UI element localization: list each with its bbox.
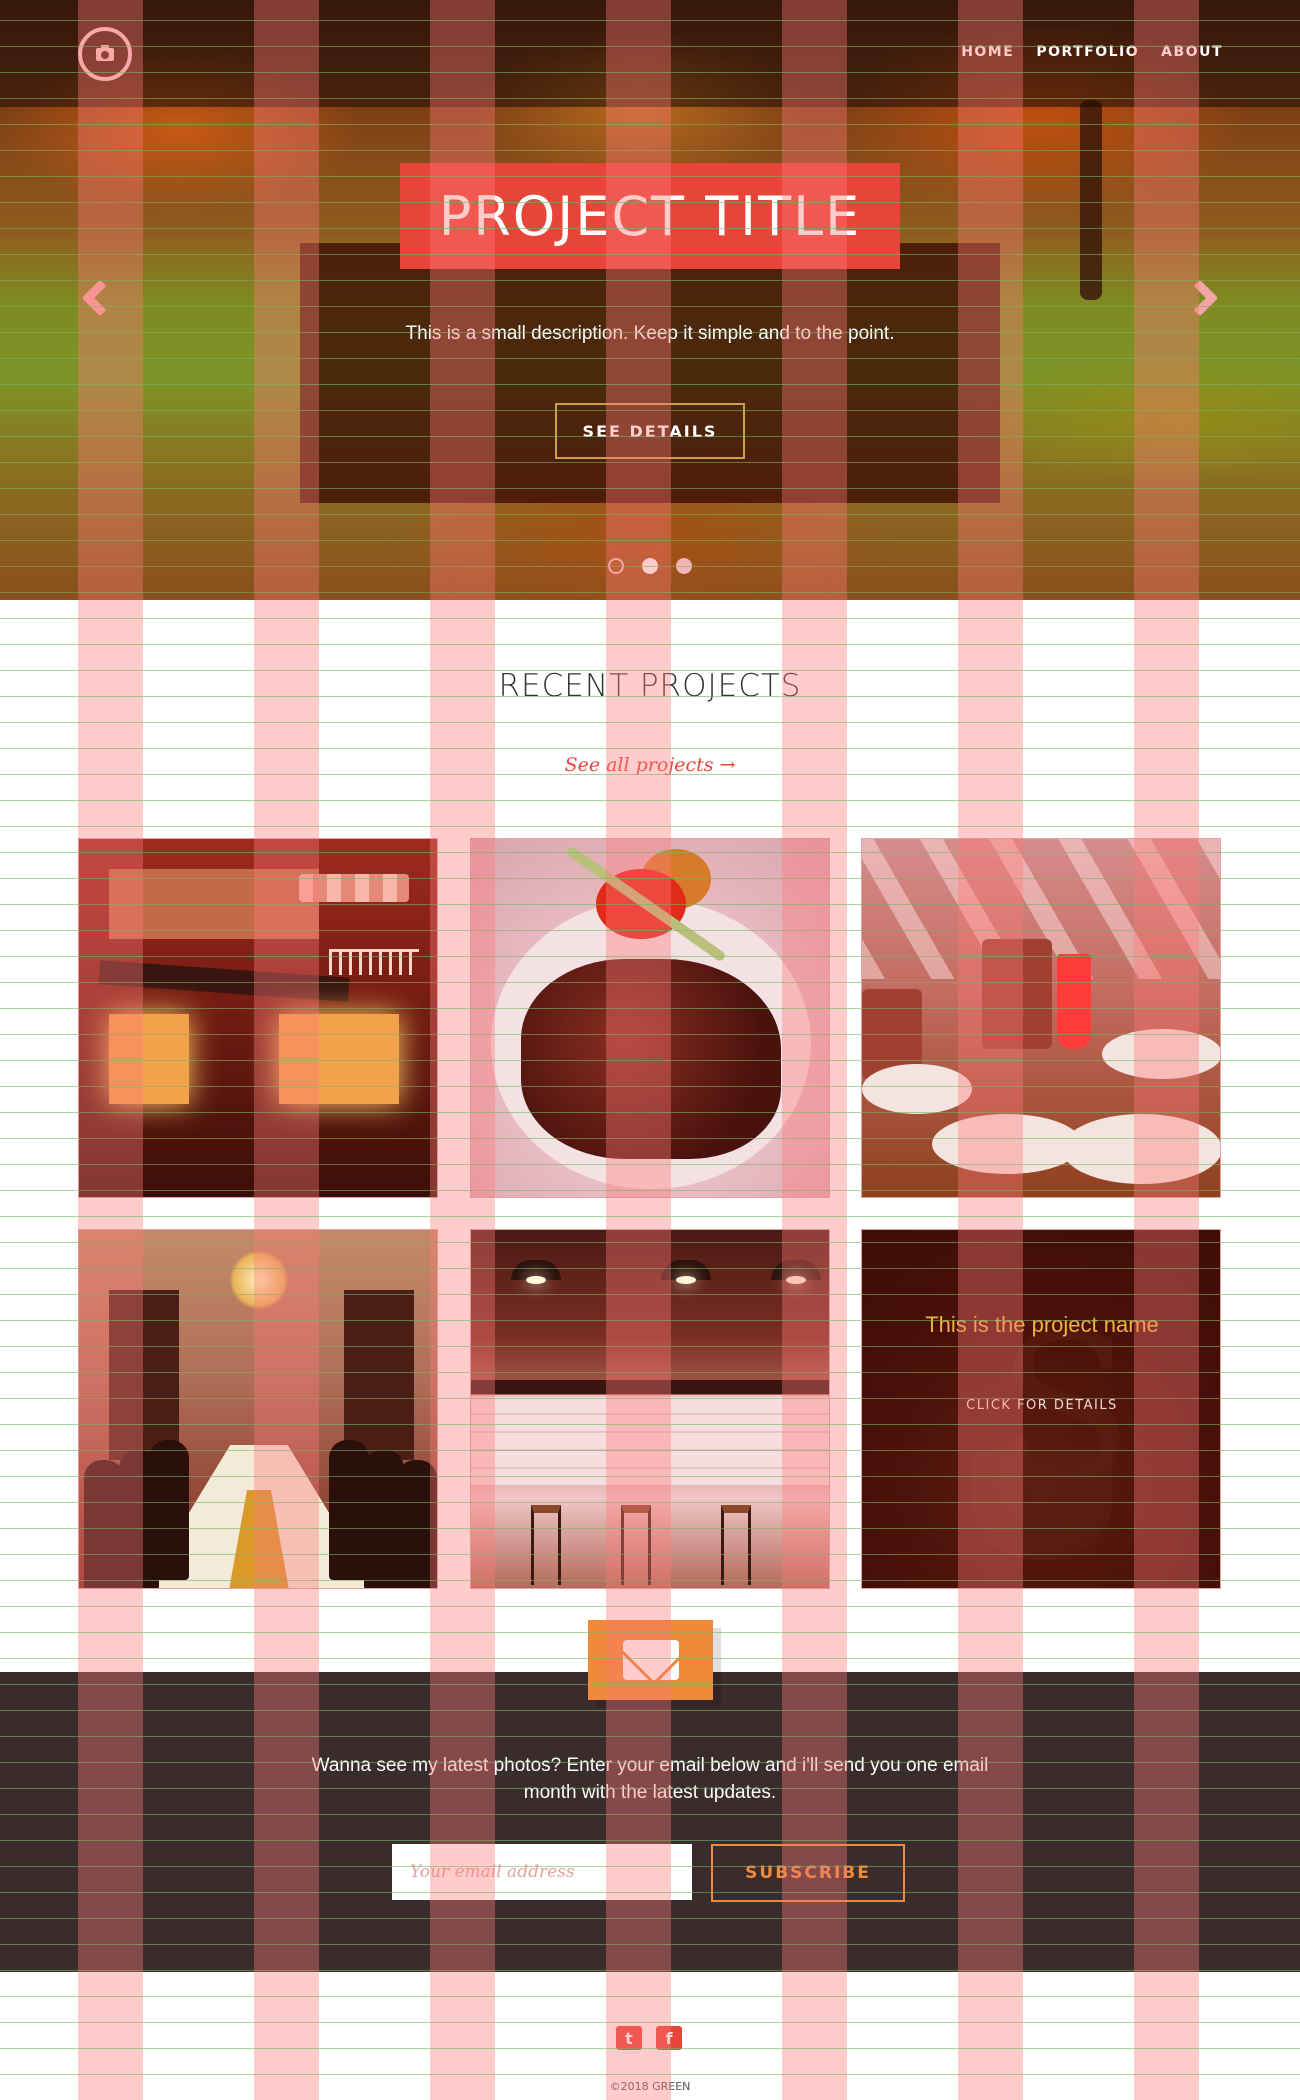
project-tile-3[interactable] (861, 838, 1221, 1198)
slider-dot-2[interactable] (642, 558, 658, 574)
restaurant-drinks-photo (862, 839, 1220, 1197)
chevron-right-icon (1181, 279, 1219, 317)
slider-pagination (0, 558, 1300, 574)
steak-dish-photo (471, 839, 829, 1197)
hero-title-box: PROJECT TITLE (400, 163, 900, 269)
see-all-projects-text[interactable]: See all projects → (565, 754, 736, 776)
facebook-icon[interactable]: f (656, 2026, 682, 2050)
hero-caption-box: This is a small description. Keep it sim… (300, 243, 1000, 503)
copyright-text: ©2018 GREEN (609, 2080, 691, 2093)
slider-dot-1[interactable] (608, 558, 624, 574)
nav-portfolio-link[interactable]: PORTFOLIO (1036, 44, 1139, 60)
social-links: t f (616, 2026, 682, 2050)
miniature-shop-photo (79, 839, 437, 1197)
email-input[interactable] (392, 1844, 692, 1900)
slider-dot-3[interactable] (676, 558, 692, 574)
twitter-icon[interactable]: t (616, 2026, 642, 2050)
subscribe-envelope-badge (588, 1620, 713, 1700)
subscribe-section: Wanna see my latest photos? Enter your e… (0, 1672, 1300, 1972)
click-for-details-link[interactable]: CLICK FOR DETAILS (862, 1398, 1220, 1413)
project-tile-5[interactable] (470, 1229, 830, 1589)
see-details-button[interactable]: SEE DETAILS (555, 403, 745, 459)
see-all-projects-link: See all projects → (0, 754, 1300, 776)
envelope-icon (622, 1640, 679, 1680)
hero-background-tree (1080, 100, 1102, 300)
camera-icon (96, 44, 114, 61)
recent-projects-title: RECENT PROJECTS (498, 668, 802, 704)
hero-title: PROJECT TITLE (438, 184, 862, 248)
project-tile-6[interactable]: S This is the project name CLICK FOR DET… (861, 1229, 1221, 1589)
banquet-hall-photo (79, 1230, 437, 1588)
project-tile-2[interactable] (470, 838, 830, 1198)
project-tile-4[interactable] (78, 1229, 438, 1589)
main-nav: HOME PORTFOLIO ABOUT (961, 44, 1223, 60)
hero-description: This is a small description. Keep it sim… (405, 323, 895, 344)
project-tile-1[interactable] (78, 838, 438, 1198)
slider-next-button[interactable] (1181, 272, 1226, 324)
hero-slider: HOME PORTFOLIO ABOUT This is a small des… (0, 0, 1300, 600)
chevron-left-icon (81, 279, 119, 317)
subscribe-text: Wanna see my latest photos? Enter your e… (311, 1755, 989, 1803)
project-name: This is the project name (925, 1312, 1159, 1337)
nav-home-link[interactable]: HOME (961, 44, 1014, 60)
nav-about-link[interactable]: ABOUT (1161, 44, 1223, 60)
cafe-interior-photo (471, 1230, 829, 1588)
slider-prev-button[interactable] (74, 272, 119, 324)
subscribe-button[interactable]: SUBSCRIBE (711, 1844, 905, 1902)
navbar: HOME PORTFOLIO ABOUT (0, 0, 1300, 107)
logo-camera-icon[interactable] (78, 27, 132, 81)
